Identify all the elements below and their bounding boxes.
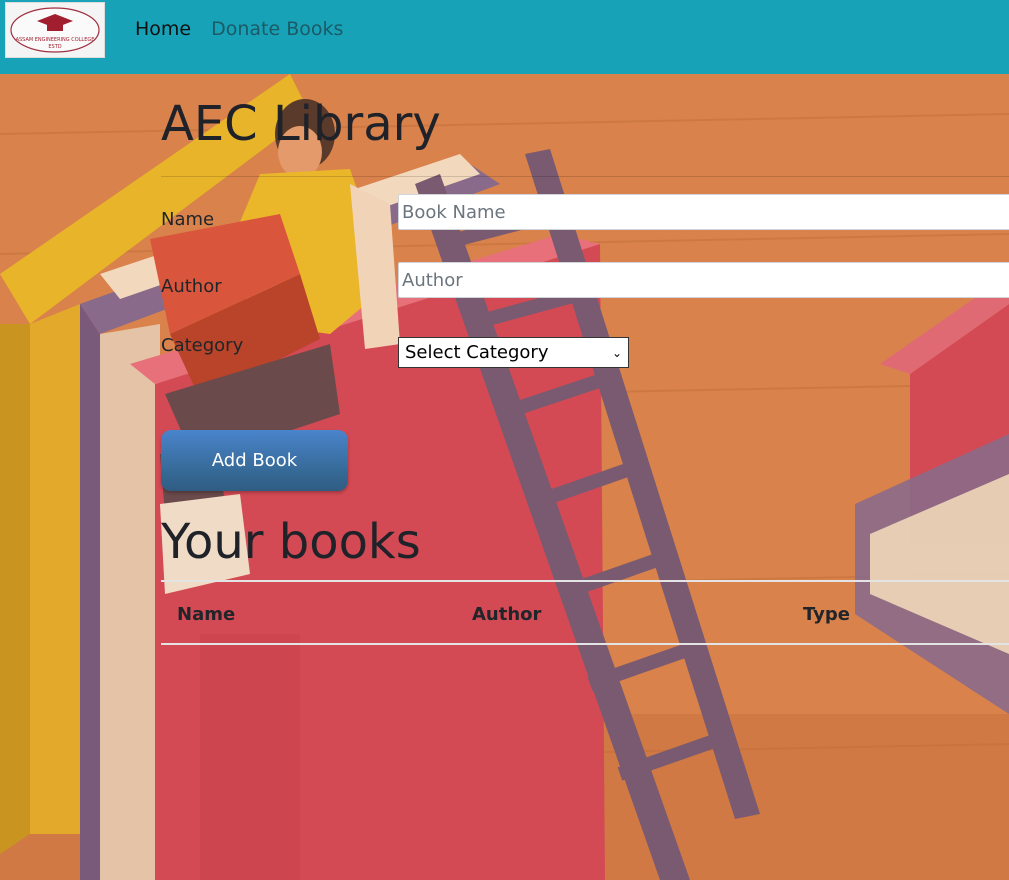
logo-text: ASSAM ENGINEERING COLLEGE — [16, 37, 95, 43]
category-label: Category — [161, 335, 244, 356]
books-table-header-border — [161, 643, 1009, 645]
author-label: Author — [161, 276, 222, 297]
page-title: AEC Library — [161, 96, 441, 152]
title-divider — [161, 176, 1009, 177]
category-select[interactable]: Select Category ⌄ — [398, 337, 629, 368]
nav-links: Home Donate Books — [135, 18, 343, 40]
chevron-down-icon: ⌄ — [611, 345, 622, 360]
category-selected-value: Select Category — [405, 342, 549, 363]
nav-donate-books-link[interactable]: Donate Books — [211, 18, 343, 40]
books-table-header-author: Author — [472, 604, 542, 625]
college-logo[interactable]: ASSAM ENGINEERING COLLEGE ESTD — [5, 2, 105, 58]
book-name-input[interactable] — [398, 194, 1009, 230]
books-table-header-name: Name — [177, 604, 236, 625]
books-table-top-border — [161, 580, 1009, 582]
add-book-button[interactable]: Add Book — [161, 430, 348, 491]
your-books-title: Your books — [161, 514, 421, 570]
nav-home-link[interactable]: Home — [135, 18, 191, 40]
logo-sub: ESTD — [48, 44, 61, 50]
books-table-header-type: Type — [803, 604, 850, 625]
top-navbar: ASSAM ENGINEERING COLLEGE ESTD Home Dona… — [0, 0, 1009, 74]
author-input[interactable] — [398, 262, 1009, 298]
name-label: Name — [161, 209, 215, 230]
